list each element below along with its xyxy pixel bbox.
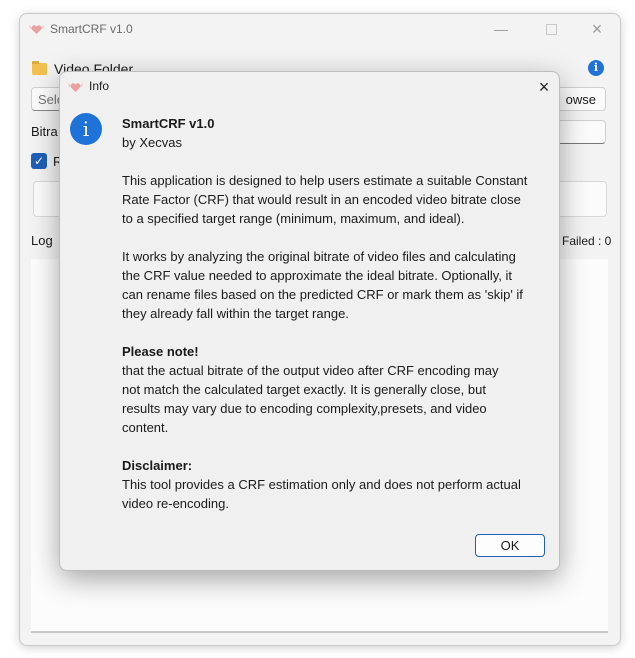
dialog-titlebar[interactable]: Info × (60, 72, 559, 102)
info-icon: i (70, 113, 102, 145)
dialog-close-button[interactable]: × (531, 75, 557, 99)
ok-button[interactable]: OK (475, 534, 545, 557)
maximize-icon (545, 24, 557, 36)
folder-icon (32, 61, 47, 75)
close-icon: × (538, 77, 550, 97)
app-logo-icon (29, 25, 44, 34)
disclaimer-heading: Disclaimer: (122, 458, 193, 473)
analysis-line: It works by analyzing the original bitra… (122, 249, 516, 264)
author: by Xecvas (122, 135, 182, 150)
disclaimer-line: video re-encoding. (122, 496, 229, 511)
failed-count: Failed : 0 (562, 234, 612, 248)
window-title: SmartCRF v1.0 (50, 22, 133, 36)
checkmark-icon: ✓ (33, 154, 45, 168)
description-line: This application is designed to help use… (122, 173, 528, 188)
note-heading: Please note! (122, 344, 199, 359)
note-line: results may vary due to encoding complex… (122, 401, 487, 416)
main-titlebar[interactable]: SmartCRF v1.0 — × (20, 14, 620, 44)
minimize-button[interactable]: — (486, 19, 516, 39)
bitrate-label: Bitra (31, 124, 58, 139)
dialog-title: Info (89, 79, 110, 93)
info-icon: i (593, 61, 599, 74)
app-name: SmartCRF v1.0 (122, 116, 215, 131)
info-button[interactable]: i (588, 60, 604, 76)
rename-checkbox[interactable]: ✓ (31, 153, 47, 169)
description-line: Rate Factor (CRF) that would result in a… (122, 192, 521, 207)
note-line: that the actual bitrate of the output vi… (122, 363, 499, 378)
analysis-line: they already fall within the target rang… (122, 306, 349, 321)
note-line: not match the calculated target exactly.… (122, 382, 486, 397)
maximize-button[interactable] (536, 19, 566, 39)
info-dialog: Info × i SmartCRF v1.0 by Xecvas This ap… (59, 71, 560, 571)
disclaimer-line: This tool provides a CRF estimation only… (122, 477, 521, 492)
analysis-line: can rename files based on the predicted … (122, 287, 523, 302)
log-label: Log (31, 233, 53, 248)
window-close-button[interactable]: × (582, 19, 612, 39)
description-line: to a specified target range (minimum, ma… (122, 211, 465, 226)
analysis-line: the CRF value needed to approximate the … (122, 268, 512, 283)
dialog-content: SmartCRF v1.0 by Xecvas This application… (122, 114, 557, 513)
note-line: content. (122, 420, 169, 435)
browse-label: owse (565, 92, 596, 107)
dialog-app-logo-icon (68, 83, 83, 92)
